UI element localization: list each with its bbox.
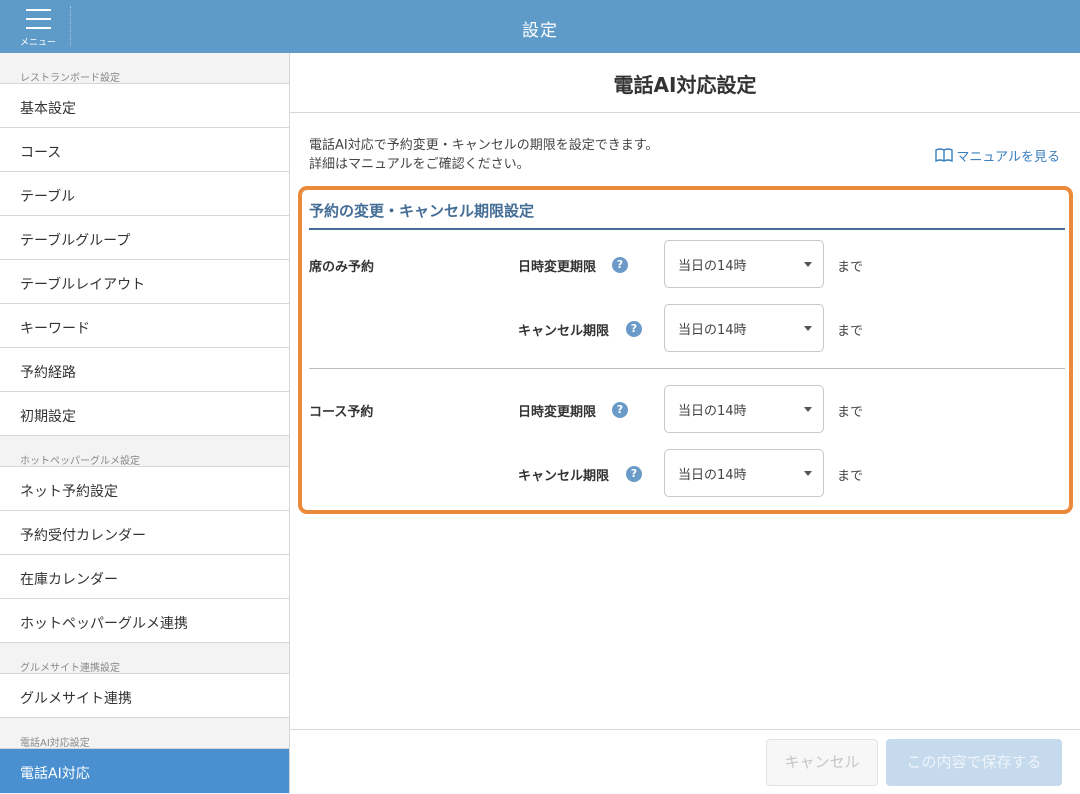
page-title: 電話AI対応設定 [290, 53, 1080, 113]
sidebar-item-basic-settings[interactable]: 基本設定 [0, 84, 289, 128]
sidebar-item-stock-calendar[interactable]: 在庫カレンダー [0, 555, 289, 599]
sidebar: レストランボード設定 基本設定 コース テーブル テーブルグループ テーブルレイ… [0, 53, 290, 794]
course-cancel-suffix: まで [837, 469, 864, 484]
caret-down-icon [804, 326, 812, 331]
course-cancel-deadline-label: キャンセル期限 [518, 469, 610, 484]
deadline-settings-panel: 予約の変更・キャンセル期限設定 席のみ予約 日時変更期限 ? 当日の14時 まで… [298, 186, 1073, 514]
main-content: 電話AI対応設定 電話AI対応で予約変更・キャンセルの期限を設定できます。 詳細… [290, 53, 1080, 794]
sidebar-item-table-group[interactable]: テーブルグループ [0, 216, 289, 260]
sidebar-item-initial-settings[interactable]: 初期設定 [0, 392, 289, 436]
course-change-deadline-label: 日時変更期限 [518, 405, 597, 420]
save-button[interactable]: この内容で保存する [886, 739, 1062, 786]
sidebar-item-reservation-route[interactable]: 予約経路 [0, 348, 289, 392]
description-line-2: 詳細はマニュアルをご確認ください。 [309, 157, 530, 172]
seat-cancel-deadline-value: 当日の14時 [678, 323, 747, 338]
sidebar-section-hotpepper: ホットペッパーグルメ設定 [0, 436, 289, 467]
sidebar-item-keyword[interactable]: キーワード [0, 304, 289, 348]
manual-link-label: マニュアルを見る [956, 150, 1060, 165]
course-change-deadline-select[interactable]: 当日の14時 [664, 385, 824, 433]
help-icon[interactable]: ? [626, 466, 642, 482]
top-header: メニュー 設定 [0, 0, 1080, 53]
seat-change-suffix: まで [837, 260, 864, 275]
sidebar-section-restaurant-board: レストランボード設定 [0, 53, 289, 84]
sidebar-item-course[interactable]: コース [0, 128, 289, 172]
seat-change-deadline-select[interactable]: 当日の14時 [664, 240, 824, 288]
book-icon [935, 148, 954, 163]
course-cancel-deadline-select[interactable]: 当日の14時 [664, 449, 824, 497]
description: 電話AI対応で予約変更・キャンセルの期限を設定できます。 詳細はマニュアルをご確… [309, 136, 658, 174]
course-cancel-deadline-value: 当日の14時 [678, 468, 747, 483]
seat-cancel-suffix: まで [837, 324, 864, 339]
sidebar-section-phone-ai: 電話AI対応設定 [0, 718, 289, 749]
seat-cancel-deadline-select[interactable]: 当日の14時 [664, 304, 824, 352]
help-icon[interactable]: ? [626, 321, 642, 337]
course-label: コース予約 [309, 405, 374, 420]
caret-down-icon [804, 471, 812, 476]
sidebar-item-phone-ai[interactable]: 電話AI対応 [0, 749, 289, 793]
course-change-deadline-value: 当日の14時 [678, 404, 747, 419]
cancel-button[interactable]: キャンセル [766, 739, 878, 786]
course-change-suffix: まで [837, 405, 864, 420]
help-icon[interactable]: ? [612, 257, 628, 273]
caret-down-icon [804, 262, 812, 267]
sidebar-item-hotpepper-link[interactable]: ホットペッパーグルメ連携 [0, 599, 289, 643]
seat-change-deadline-label: 日時変更期限 [518, 260, 597, 275]
description-line-1: 電話AI対応で予約変更・キャンセルの期限を設定できます。 [309, 138, 659, 153]
sidebar-item-table-layout[interactable]: テーブルレイアウト [0, 260, 289, 304]
sidebar-section-gourmet-site: グルメサイト連携設定 [0, 643, 289, 674]
sidebar-item-reservation-calendar[interactable]: 予約受付カレンダー [0, 511, 289, 555]
sidebar-item-gourmet-site-link[interactable]: グルメサイト連携 [0, 674, 289, 718]
seat-cancel-deadline-label: キャンセル期限 [518, 324, 610, 339]
caret-down-icon [804, 407, 812, 412]
help-icon[interactable]: ? [612, 402, 628, 418]
footer-bar: キャンセル この内容で保存する [290, 729, 1080, 794]
panel-title: 予約の変更・キャンセル期限設定 [309, 200, 1065, 230]
sidebar-item-table[interactable]: テーブル [0, 172, 289, 216]
sidebar-item-net-reservation[interactable]: ネット予約設定 [0, 467, 289, 511]
page-header-title: 設定 [522, 21, 558, 41]
seat-only-label: 席のみ予約 [309, 260, 375, 275]
seat-change-deadline-value: 当日の14時 [678, 259, 747, 274]
manual-link[interactable]: マニュアルを見る [935, 146, 1060, 165]
row-divider [309, 368, 1065, 369]
